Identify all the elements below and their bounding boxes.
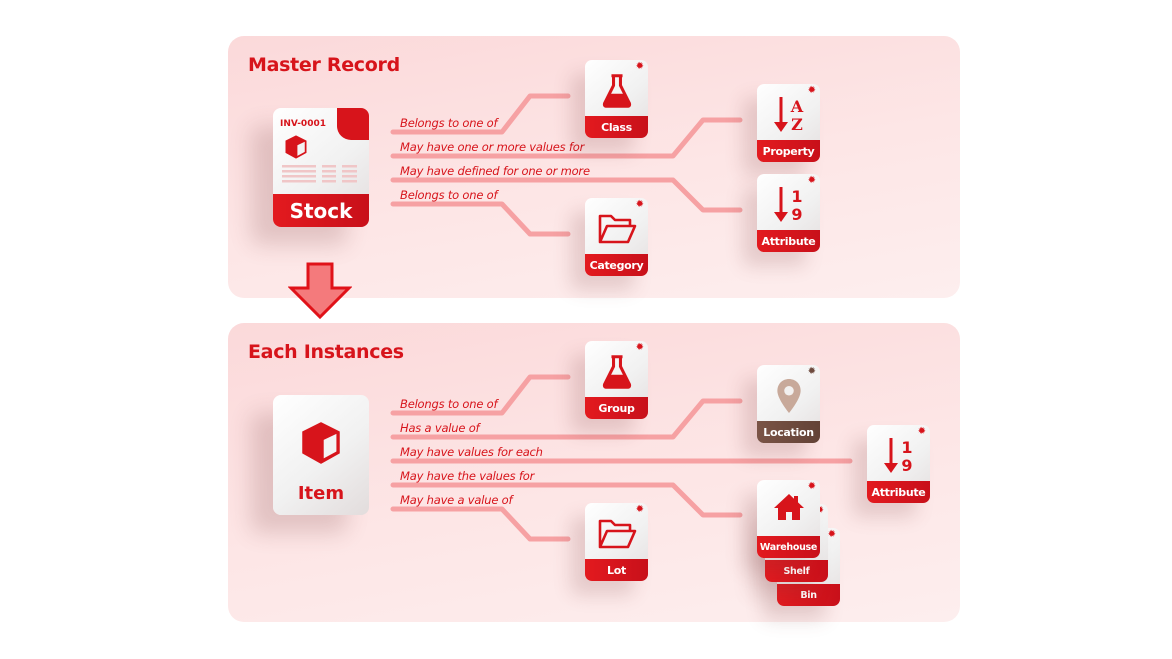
warehouse-label: Warehouse [757, 536, 820, 558]
attribute-card[interactable]: ✹ 1 9 Attribute [757, 174, 820, 252]
arrow-down-icon [288, 262, 352, 320]
svg-text:1: 1 [901, 438, 912, 457]
sort-numeric-icon: 1 9 [867, 433, 930, 479]
sort-numeric-icon: 1 9 [757, 182, 820, 228]
flask-icon [585, 349, 648, 395]
category-card[interactable]: ✹ Category [585, 198, 648, 276]
cube-icon [285, 135, 307, 159]
relation-label: May have a value of [400, 493, 513, 507]
property-card[interactable]: ✹ A Z Property [757, 84, 820, 162]
document-id: INV-0001 [280, 119, 326, 129]
flask-icon [585, 68, 648, 114]
each-instances-title: Each Instances [248, 341, 404, 363]
relation-label: May have values for each [400, 445, 543, 459]
table-lines-icon [282, 165, 357, 183]
property-label: Property [757, 140, 820, 162]
location-card[interactable]: ✹ Location [757, 365, 820, 443]
item-card[interactable]: Item [273, 395, 369, 515]
lot-card[interactable]: ✹ Lot [585, 503, 648, 581]
relation-label: May have defined for one or more [400, 164, 590, 178]
master-record-title: Master Record [248, 54, 400, 76]
bin-label: Bin [777, 584, 840, 606]
stock-label: Stock [273, 194, 369, 227]
relation-label: May have one or more values for [400, 140, 585, 154]
attribute-label: Attribute [867, 481, 930, 503]
group-card[interactable]: ✹ Group [585, 341, 648, 419]
svg-text:9: 9 [791, 205, 802, 224]
map-pin-icon [757, 373, 820, 419]
page-fold-flap [337, 108, 369, 140]
svg-text:Z: Z [791, 115, 803, 134]
cube-icon [302, 422, 340, 464]
relation-label: Belongs to one of [400, 397, 498, 411]
location-label: Location [757, 421, 820, 443]
relation-label: Belongs to one of [400, 188, 498, 202]
relation-label: May have the values for [400, 469, 535, 483]
stock-document-card[interactable]: INV-0001 Stock [273, 108, 369, 227]
sort-alpha-icon: A Z [757, 92, 820, 138]
home-icon [757, 484, 820, 530]
attribute-card[interactable]: ✹ 1 9 Attribute [867, 425, 930, 503]
relation-label: Belongs to one of [400, 116, 498, 130]
shelf-label: Shelf [765, 560, 828, 582]
attribute-label: Attribute [757, 230, 820, 252]
svg-text:1: 1 [791, 187, 802, 206]
warehouse-card[interactable]: ✹ Warehouse [757, 480, 820, 558]
folder-open-icon [585, 511, 648, 557]
class-label: Class [585, 116, 648, 138]
group-label: Group [585, 397, 648, 419]
category-label: Category [585, 254, 648, 276]
svg-text:A: A [789, 97, 803, 116]
item-label: Item [297, 483, 345, 504]
folder-open-icon [585, 206, 648, 252]
gear-icon: ✹ [827, 529, 836, 540]
lot-label: Lot [585, 559, 648, 581]
class-card[interactable]: ✹ Class [585, 60, 648, 138]
svg-text:9: 9 [901, 456, 912, 475]
relation-label: Has a value of [400, 421, 480, 435]
